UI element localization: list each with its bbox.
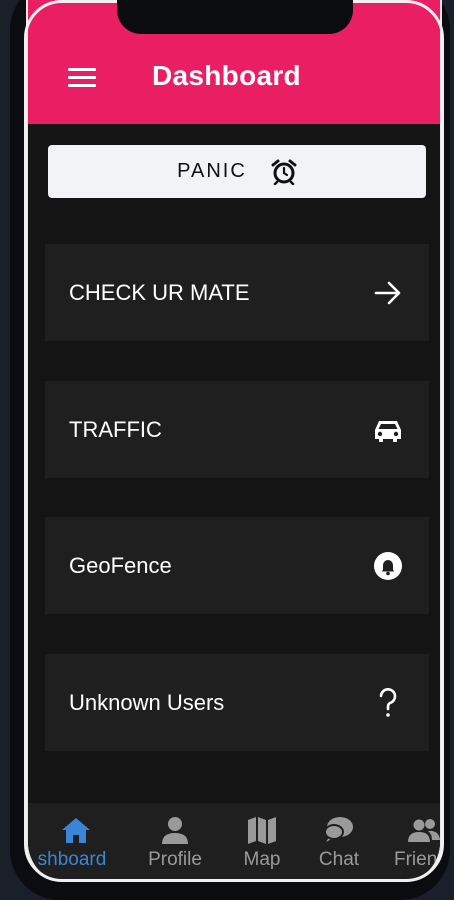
panic-label: PANIC [177,160,247,182]
nav-label: shboard [37,849,107,870]
person-icon [162,817,188,844]
card-label: Unknown Users [69,689,225,715]
card-label: TRAFFIC [69,416,162,442]
hamburger-menu-icon[interactable] [68,68,96,88]
home-icon [62,818,90,843]
nav-label: Frien [394,849,438,870]
nav-label: Profile [148,849,202,870]
card-unknown-users[interactable]: Unknown Users [45,654,429,751]
car-icon [373,415,403,445]
arrow-right-icon [373,278,403,308]
question-icon [373,687,403,718]
card-traffic[interactable]: TRAFFIC [45,381,429,478]
bell-icon [373,551,403,581]
alarm-clock-icon [271,159,297,185]
nav-chat[interactable]: Chat [310,815,368,871]
card-label: GeoFence [69,552,172,578]
friends-icon [408,819,440,842]
nav-profile[interactable]: Profile [140,815,210,871]
nav-label: Map [243,849,281,870]
nav-dashboard[interactable]: shboard [34,815,114,871]
phone-screen: Dashboard PANIC CHECK UR MATE TRAFFIC Ge… [26,0,442,882]
bottom-navigation: shboard Profile Map Chat Frien [28,803,440,882]
card-check-ur-mate[interactable]: CHECK UR MATE [45,244,429,341]
panic-button[interactable]: PANIC [48,145,426,198]
nav-friends[interactable]: Frien [394,815,440,871]
nav-map[interactable]: Map [234,815,290,871]
nav-label: Chat [318,849,360,870]
card-label: CHECK UR MATE [69,279,250,305]
map-icon [248,817,276,844]
page-title: Dashboard [152,60,301,91]
card-geofence[interactable]: GeoFence [45,517,429,614]
phone-notch [117,0,353,34]
chat-icon [324,817,353,842]
